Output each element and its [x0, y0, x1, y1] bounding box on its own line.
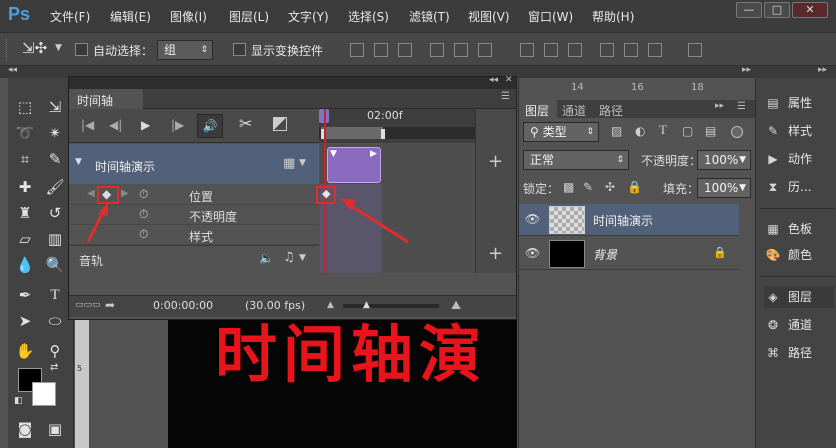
ruler-mark: 18: [691, 82, 704, 93]
tab-layers[interactable]: 图层: [525, 102, 549, 119]
opacity-label: 不透明度：: [641, 154, 702, 168]
dock-history[interactable]: ⧗ 历...: [764, 176, 834, 198]
layer-row[interactable]: 👁 时间轴演示: [519, 204, 739, 236]
lock-label: 锁定：: [523, 182, 560, 196]
eye-icon[interactable]: 👁: [525, 246, 540, 260]
layer-filter-value: 类型: [542, 125, 567, 139]
channels-icon: ❂: [767, 318, 779, 332]
opacity-field[interactable]: 100% ▼: [697, 150, 751, 170]
panel-menu-icon[interactable]: ☰: [737, 101, 746, 112]
dock-channels[interactable]: ❂ 通道: [764, 314, 834, 336]
color-icon: 🎨: [765, 248, 781, 262]
filter-toggle-icon[interactable]: [731, 126, 743, 138]
fill-value: 100%: [704, 181, 739, 195]
ruler-mark: 14: [571, 82, 584, 93]
dock-color[interactable]: 🎨 颜色: [764, 244, 834, 266]
tab-paths[interactable]: 路径: [599, 102, 623, 119]
layer-name: 背景: [593, 248, 618, 262]
layer-thumbnail: [549, 206, 585, 234]
filter-shape-icon[interactable]: ▢: [682, 124, 693, 138]
annotation-arrow-left: [86, 209, 106, 243]
annotation-arrowhead-left: [98, 202, 108, 216]
layer-name: 时间轴演示: [593, 214, 654, 228]
history-icon: ⧗: [768, 180, 778, 194]
layer-filter-dropdown[interactable]: ⚲ 类型 ⇕: [523, 122, 599, 142]
paths-icon: ⌘: [767, 346, 779, 360]
filter-type-icon[interactable]: T: [659, 122, 667, 138]
lock-transparent-icon[interactable]: ▩: [563, 180, 574, 194]
styles-icon: ✎: [767, 124, 779, 138]
dock-layers[interactable]: ◈ 图层: [764, 286, 834, 308]
blend-mode-dropdown[interactable]: 正常 ⇕: [523, 150, 629, 170]
blend-mode-value: 正常: [530, 153, 555, 167]
filter-smart-object-icon[interactable]: ▤: [705, 124, 716, 138]
properties-icon: ▤: [767, 96, 779, 110]
dock-swatches[interactable]: ▦ 色板: [764, 218, 834, 240]
layer-thumbnail: [549, 240, 585, 268]
ruler-mark: 16: [631, 82, 644, 93]
filter-adjustment-icon[interactable]: ◐: [635, 124, 645, 138]
layers-tab-bar: 图层 通道 路径 ▸▸ ☰: [519, 100, 755, 118]
tab-channels[interactable]: 通道: [562, 102, 586, 119]
right-dock: ▤ 属性 ✎ 样式 ▶ 动作 ⧗ 历... ▦ 色板 🎨 颜色 ◈ 图层 ❂ 通道 ⌘ 路径: [755, 78, 836, 448]
layers-panel: 14 16 18 图层 通道 路径 ▸▸ ☰ ⚲ 类型 ⇕ ▨ ◐ T ▢ ▤ 正…: [518, 78, 755, 448]
fill-label: 填充：: [663, 182, 700, 196]
collapse-icon[interactable]: ▸▸: [715, 101, 724, 111]
dock-actions[interactable]: ▶ 动作: [764, 148, 834, 170]
lock-pixels-icon[interactable]: ✎: [583, 180, 593, 194]
opacity-value: 100%: [704, 153, 739, 167]
layer-row[interactable]: 👁 背景 🔒: [519, 238, 739, 270]
lock-all-icon[interactable]: 🔒: [627, 180, 642, 194]
dock-styles[interactable]: ✎ 样式: [764, 120, 834, 142]
eye-icon[interactable]: 👁: [525, 212, 540, 226]
annotation-arrow-right: [347, 202, 409, 244]
search-icon: ⚲: [530, 125, 543, 139]
swatches-icon: ▦: [767, 222, 779, 236]
lock-icon: 🔒: [713, 246, 727, 259]
layers-icon: ◈: [768, 290, 778, 304]
fill-field[interactable]: 100% ▼: [697, 178, 751, 198]
dock-properties[interactable]: ▤ 属性: [764, 92, 834, 114]
dock-paths[interactable]: ⌘ 路径: [764, 342, 834, 364]
filter-pixel-icon[interactable]: ▨: [611, 124, 622, 138]
lock-position-icon[interactable]: ✣: [605, 180, 615, 194]
actions-icon: ▶: [768, 152, 778, 166]
